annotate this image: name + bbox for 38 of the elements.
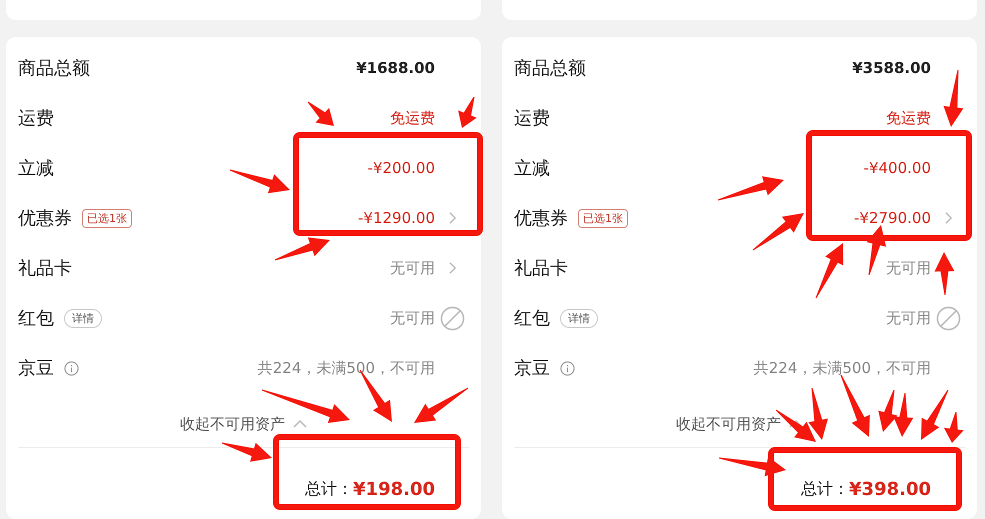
row-label: 商品总额 bbox=[514, 57, 586, 80]
row-label: 立减 bbox=[514, 157, 550, 180]
row-label: 京豆 bbox=[18, 357, 54, 380]
row-value: -¥2790.00 bbox=[854, 209, 931, 227]
row-label: 礼品卡 bbox=[18, 257, 72, 280]
row-label: 立减 bbox=[18, 157, 54, 180]
row-value: -¥1290.00 bbox=[358, 209, 435, 227]
row-value: 共224，未满500，不可用 bbox=[258, 358, 435, 378]
row-label: 礼品卡 bbox=[514, 257, 568, 280]
coupon-tag: 已选1张 bbox=[578, 208, 628, 228]
row-value: -¥200.00 bbox=[368, 159, 435, 177]
row-value: 免运费 bbox=[886, 108, 931, 128]
details-link[interactable]: 详情 bbox=[64, 308, 102, 328]
collapse-link[interactable]: 收起不可用资产 bbox=[180, 414, 285, 434]
row-value: 无可用 bbox=[886, 258, 931, 278]
row-label: 京豆 bbox=[514, 357, 550, 380]
row-label: 红包 bbox=[514, 307, 550, 330]
row-value: 无可用 bbox=[390, 308, 435, 328]
row-label: 运费 bbox=[18, 107, 54, 130]
row-label: 优惠券 bbox=[514, 207, 568, 230]
total-amount: ¥198.00 bbox=[353, 479, 435, 500]
row-label: 优惠券 bbox=[18, 207, 72, 230]
row-value: 共224，未满500，不可用 bbox=[754, 358, 931, 378]
total-amount: ¥398.00 bbox=[849, 479, 931, 500]
row-label: 红包 bbox=[18, 307, 54, 330]
row-label: 商品总额 bbox=[18, 57, 90, 80]
row-value: ¥3588.00 bbox=[852, 59, 931, 77]
total-label: 总计： bbox=[801, 479, 850, 500]
collapse-link[interactable]: 收起不可用资产 bbox=[676, 414, 781, 434]
total-label: 总计： bbox=[305, 479, 354, 500]
coupon-tag: 已选1张 bbox=[82, 208, 132, 228]
row-value: -¥400.00 bbox=[864, 159, 931, 177]
details-link[interactable]: 详情 bbox=[560, 308, 598, 328]
row-label: 运费 bbox=[514, 107, 550, 130]
row-value: 免运费 bbox=[390, 108, 435, 128]
row-value: 无可用 bbox=[886, 308, 931, 328]
row-value: ¥1688.00 bbox=[356, 59, 435, 77]
row-value: 无可用 bbox=[390, 258, 435, 278]
